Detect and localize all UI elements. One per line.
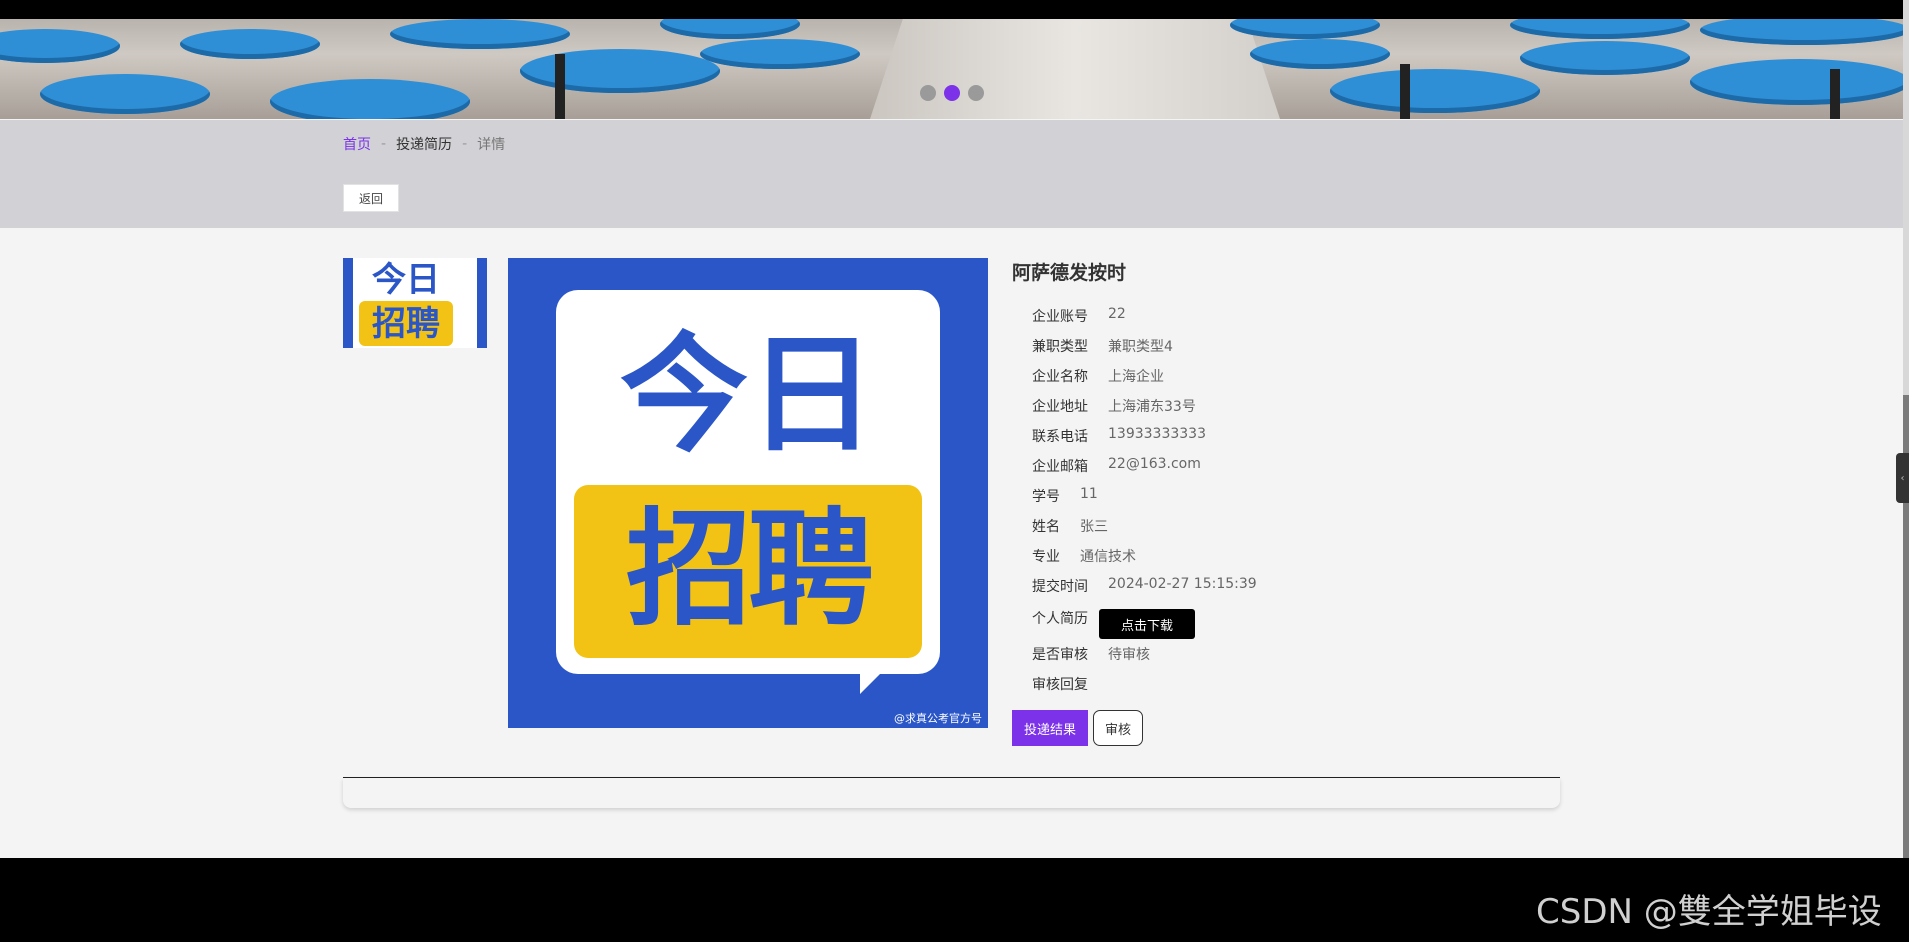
field-value: 上海浦东33号	[1108, 399, 1196, 415]
field-label: 个人简历	[1032, 611, 1088, 627]
field-value: 通信技术	[1080, 549, 1136, 565]
logo-text-line2: 招聘	[372, 304, 440, 344]
field-label: 联系电话	[1032, 429, 1088, 445]
field-value: 13933333333	[1108, 426, 1206, 442]
field-value: 2024-02-27 15:15:39	[1108, 576, 1257, 592]
banner-stool	[1700, 19, 1903, 45]
poster-watermark: @求真公考官方号	[894, 712, 982, 725]
banner-stool	[390, 19, 570, 49]
poster-text-line1: 今日	[619, 321, 876, 470]
field-resume: 个人简历	[1032, 608, 1108, 628]
carousel-dot-3[interactable]	[967, 85, 984, 101]
banner-stool	[180, 29, 320, 59]
field-value: 22	[1108, 306, 1126, 322]
delivery-result-button[interactable]: 投递结果	[1012, 710, 1088, 746]
poster-card: 今日 招聘	[556, 290, 940, 674]
side-panel-toggle-icon[interactable]: ‹	[1896, 453, 1909, 503]
field-label: 是否审核	[1032, 647, 1088, 663]
breadcrumb-home-link[interactable]: 首页	[343, 134, 371, 154]
banner-stool	[1520, 41, 1690, 75]
poster-speech-tail	[860, 658, 896, 694]
job-title: 阿萨德发按时	[1012, 262, 1127, 284]
top-strip	[0, 0, 1903, 19]
browser-viewport: 首页 - 投递简历 - 详情 返回 今日 招聘 今日 招聘 @求真公考官方号 阿…	[0, 0, 1903, 858]
field-review-reply: 审核回复	[1032, 674, 1108, 694]
field-value: 上海企业	[1108, 369, 1164, 385]
field-value: 张三	[1080, 519, 1108, 535]
field-label: 企业邮箱	[1032, 459, 1088, 475]
banner-stool	[1510, 19, 1690, 39]
field-review-status: 是否审核 待审核	[1032, 644, 1150, 664]
field-value: 兼职类型4	[1108, 339, 1173, 355]
breadcrumb-separator: -	[462, 136, 468, 152]
field-label: 学号	[1032, 489, 1060, 505]
back-button[interactable]: 返回	[343, 184, 399, 212]
field-label: 企业地址	[1032, 399, 1088, 415]
breadcrumb-separator: -	[381, 136, 387, 152]
banner-stool	[660, 19, 800, 39]
field-label: 姓名	[1032, 519, 1060, 535]
banner-stool	[1250, 39, 1390, 69]
poster-text-line2: 招聘	[626, 496, 874, 643]
field-email: 企业邮箱 22@163.com	[1032, 456, 1201, 476]
field-job-type: 兼职类型 兼职类型4	[1032, 336, 1173, 356]
breadcrumb-section-link[interactable]: 投递简历	[396, 134, 452, 154]
field-phone: 联系电话 13933333333	[1032, 426, 1206, 446]
field-label: 企业名称	[1032, 369, 1088, 385]
breadcrumb-current: 详情	[477, 137, 506, 153]
field-value: 22@163.com	[1108, 456, 1201, 472]
page-scrollbar[interactable]	[1903, 0, 1909, 858]
breadcrumb-band: 首页 - 投递简历 - 详情 返回	[0, 120, 1903, 228]
banner-stool	[700, 39, 860, 69]
field-student-id: 学号 11	[1032, 486, 1098, 506]
banner-aisle	[870, 19, 1280, 119]
field-company-account: 企业账号 22	[1032, 306, 1126, 326]
hero-banner-carousel[interactable]	[0, 19, 1903, 119]
field-name: 姓名 张三	[1032, 516, 1108, 536]
field-company-name: 企业名称 上海企业	[1032, 366, 1164, 386]
field-label: 企业账号	[1032, 309, 1088, 325]
logo-text-line1: 今日	[372, 260, 440, 300]
field-major: 专业 通信技术	[1032, 546, 1136, 566]
field-company-address: 企业地址 上海浦东33号	[1032, 396, 1196, 416]
job-poster-image: 今日 招聘 @求真公考官方号	[508, 258, 988, 728]
download-resume-button[interactable]: 点击下载	[1099, 609, 1195, 639]
field-submit-time: 提交时间 2024-02-27 15:15:39	[1032, 576, 1257, 596]
banner-stool	[0, 29, 120, 63]
field-value: 11	[1080, 486, 1098, 502]
content-section	[343, 778, 1560, 808]
breadcrumb: 首页 - 投递简历 - 详情	[343, 134, 505, 154]
carousel-dot-2[interactable]	[943, 85, 960, 101]
field-label: 审核回复	[1032, 677, 1088, 693]
company-logo-thumbnail[interactable]: 今日 招聘	[343, 258, 487, 348]
field-label: 专业	[1032, 549, 1060, 565]
carousel-dot-1[interactable]	[919, 85, 936, 101]
field-value: 待审核	[1108, 647, 1150, 663]
field-label: 提交时间	[1032, 579, 1088, 595]
carousel-dots	[0, 85, 1903, 101]
audit-button[interactable]: 审核	[1093, 710, 1143, 746]
csdn-watermark: CSDN @雙全学姐毕设	[1536, 892, 1882, 932]
field-label: 兼职类型	[1032, 339, 1088, 355]
